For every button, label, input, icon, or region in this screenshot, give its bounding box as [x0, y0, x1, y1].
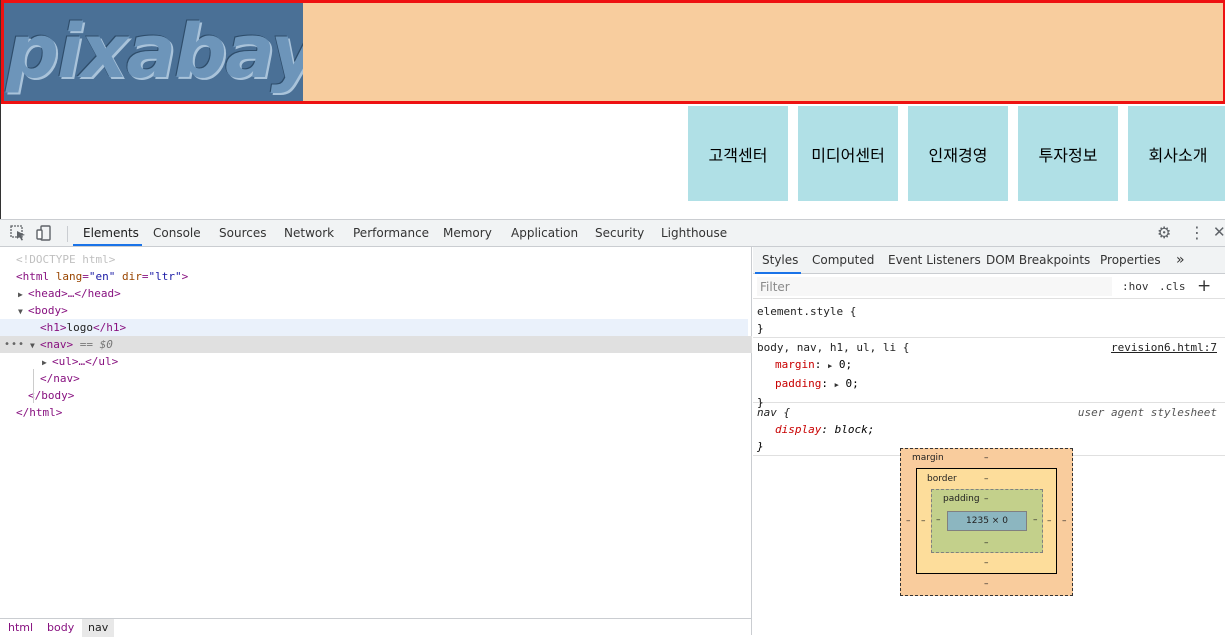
- active-tab-indicator: [73, 244, 142, 246]
- more-tabs-icon[interactable]: »: [1176, 247, 1185, 274]
- rule-source-link[interactable]: revision6.html:7: [1111, 339, 1217, 356]
- dom-html-close[interactable]: </html>: [0, 404, 752, 421]
- dom-tree: <!DOCTYPE html> <html lang="en" dir="ltr…: [0, 251, 752, 421]
- breadcrumb-body[interactable]: body: [47, 619, 74, 637]
- active-subtab-indicator: [755, 272, 801, 274]
- close-devtools-icon[interactable]: ✕: [1213, 223, 1225, 241]
- breadcrumb-html[interactable]: html: [8, 619, 33, 637]
- dom-head-collapsed[interactable]: ▶ <head>…</head>: [0, 285, 752, 302]
- subtab-computed[interactable]: Computed: [812, 247, 874, 274]
- nav-item-company-intro[interactable]: 회사소개: [1128, 106, 1225, 201]
- tab-elements[interactable]: Elements: [83, 220, 139, 246]
- element-style-selector: element.style {: [757, 305, 857, 318]
- nav-item-customer-center[interactable]: 고객센터: [688, 106, 788, 201]
- margin-bottom-value[interactable]: –: [984, 579, 989, 589]
- border-left-value[interactable]: –: [921, 516, 926, 526]
- expand-triangle-icon[interactable]: ▶: [18, 286, 28, 303]
- border-bottom-value[interactable]: –: [984, 558, 989, 568]
- styles-subtabs: Styles Computed Event Listeners DOM Brea…: [753, 247, 1225, 274]
- prop-margin[interactable]: margin: ▶ 0;: [757, 356, 1225, 375]
- margin-label: margin: [912, 453, 944, 463]
- breadcrumb-nav[interactable]: nav: [82, 619, 115, 637]
- class-toggle[interactable]: .cls: [1159, 280, 1186, 293]
- new-rule-plus-icon[interactable]: +: [1197, 276, 1211, 296]
- tab-security[interactable]: Security: [595, 220, 644, 246]
- devtools-toolbar: Elements Console Sources Network Perform…: [0, 220, 1225, 247]
- dom-h1-hovered[interactable]: <h1>logo</h1>: [0, 319, 748, 336]
- subtab-event-listeners[interactable]: Event Listeners: [888, 247, 981, 274]
- styles-pane: Styles Computed Event Listeners DOM Brea…: [753, 247, 1225, 635]
- nav-item-investor-info[interactable]: 투자정보: [1018, 106, 1118, 201]
- dom-doctype[interactable]: <!DOCTYPE html>: [0, 251, 752, 268]
- margin-right-value[interactable]: –: [1062, 516, 1067, 526]
- padding-top-value[interactable]: –: [984, 494, 989, 504]
- box-model-content-size[interactable]: 1235 × 0: [947, 511, 1027, 531]
- pixabay-logo[interactable]: pixabay: [4, 3, 303, 101]
- dom-body-open[interactable]: ▼ <body>: [0, 302, 752, 319]
- styles-filter-input[interactable]: [757, 277, 1112, 296]
- page-preview: pixabay 고객센터 미디어센터 인재경영 투자정보 회사소개: [0, 0, 1225, 219]
- logo-text: pixabay: [6, 9, 303, 95]
- header-h1-highlight: pixabay: [1, 0, 1225, 104]
- margin-left-value[interactable]: –: [906, 516, 911, 526]
- dom-body-close[interactable]: </body>: [0, 387, 752, 404]
- more-actions-icon[interactable]: •••: [4, 336, 25, 353]
- subtab-dom-breakpoints[interactable]: DOM Breakpoints: [986, 247, 1090, 274]
- settings-gear-icon[interactable]: ⚙: [1157, 224, 1171, 242]
- device-toolbar-icon[interactable]: [36, 225, 54, 241]
- inspect-element-icon[interactable]: [10, 225, 28, 241]
- tab-lighthouse[interactable]: Lighthouse: [661, 220, 727, 246]
- rule-source-label: user agent stylesheet: [1077, 406, 1217, 419]
- toolbar-separator: [67, 226, 68, 242]
- devtools: Elements Console Sources Network Perform…: [0, 219, 1225, 637]
- padding-label: padding: [943, 494, 980, 504]
- tab-performance[interactable]: Performance: [353, 220, 429, 246]
- tab-application[interactable]: Application: [511, 220, 578, 246]
- dom-ul-collapsed[interactable]: ▶ <ul>…</ul>: [0, 353, 752, 370]
- styles-filter-row: :hov .cls +: [753, 275, 1225, 299]
- breadcrumb: html body nav: [0, 618, 752, 637]
- nav-item-talent-management[interactable]: 인재경영: [908, 106, 1008, 201]
- tab-console[interactable]: Console: [153, 220, 201, 246]
- box-model-diagram: margin – – – – border – – – – padding – …: [900, 448, 1073, 596]
- body-nav-rule[interactable]: body, nav, h1, ul, li { revision6.html:7…: [753, 339, 1225, 409]
- rule-close-brace: }: [757, 322, 764, 335]
- margin-top-value[interactable]: –: [984, 453, 989, 463]
- expand-triangle-icon[interactable]: ▶: [42, 354, 52, 371]
- border-label: border: [927, 474, 957, 484]
- collapse-triangle-icon[interactable]: ▼: [18, 303, 28, 320]
- padding-bottom-value[interactable]: –: [984, 538, 989, 548]
- expand-shorthand-icon[interactable]: ▶: [828, 362, 832, 370]
- dom-html-open[interactable]: <html lang="en" dir="ltr">: [0, 268, 752, 285]
- prop-display[interactable]: display: block;: [757, 421, 1225, 438]
- nav-menu: 고객센터 미디어센터 인재경영 투자정보 회사소개: [688, 106, 1225, 201]
- element-style-rule[interactable]: element.style { }: [753, 302, 1225, 338]
- prop-padding[interactable]: padding: ▶ 0;: [757, 375, 1225, 394]
- subtab-styles[interactable]: Styles: [762, 247, 798, 274]
- tab-memory[interactable]: Memory: [443, 220, 492, 246]
- expand-shorthand-icon[interactable]: ▶: [835, 381, 839, 389]
- subtab-properties[interactable]: Properties: [1100, 247, 1161, 274]
- dom-nav-selected[interactable]: ••• ▼ <nav> == $0: [0, 336, 752, 353]
- hover-state-toggle[interactable]: :hov: [1122, 280, 1149, 293]
- nav-item-media-center[interactable]: 미디어센터: [798, 106, 898, 201]
- padding-left-value[interactable]: –: [936, 515, 941, 525]
- border-top-value[interactable]: –: [984, 474, 989, 484]
- collapse-triangle-icon[interactable]: ▼: [30, 337, 40, 354]
- nav-indent-guide: [33, 369, 34, 403]
- box-model-padding: padding – – – – 1235 × 0: [931, 489, 1043, 553]
- elements-panel: <!DOCTYPE html> <html lang="en" dir="ltr…: [0, 247, 752, 637]
- tab-network[interactable]: Network: [284, 220, 334, 246]
- box-model-border: border – – – – padding – – – – 1235 × 0: [916, 468, 1057, 574]
- border-right-value[interactable]: –: [1047, 516, 1052, 526]
- more-options-icon[interactable]: ⋮: [1189, 224, 1205, 242]
- padding-right-value[interactable]: –: [1033, 515, 1038, 525]
- tab-sources[interactable]: Sources: [219, 220, 266, 246]
- dom-nav-close[interactable]: </nav>: [0, 370, 752, 387]
